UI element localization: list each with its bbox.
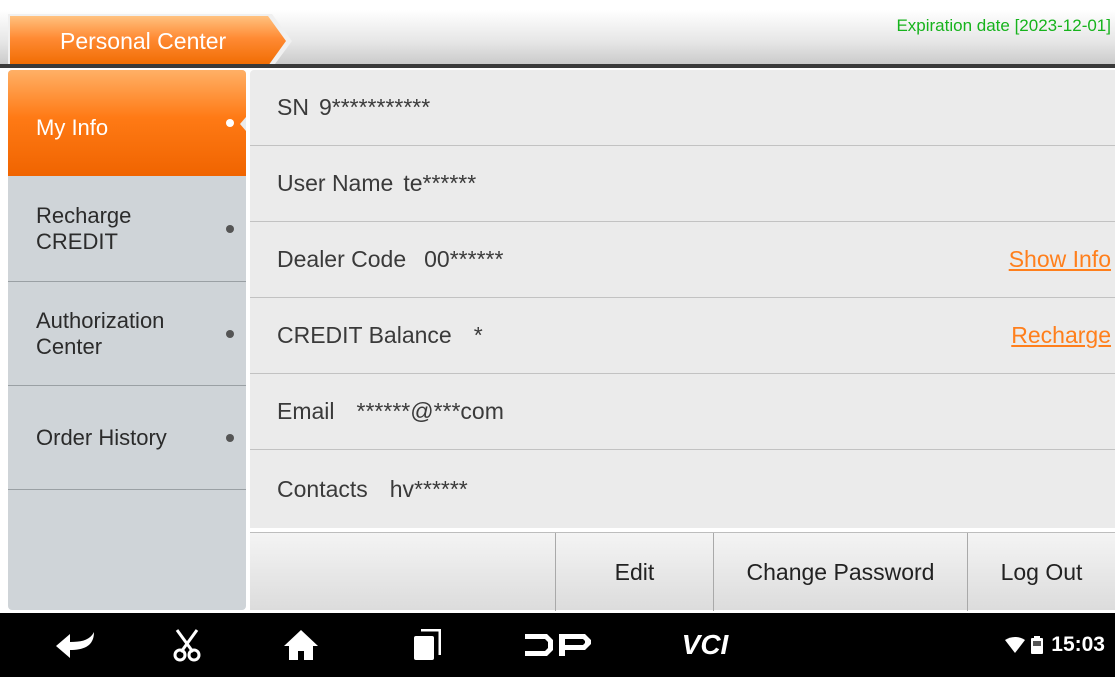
change-password-button[interactable]: Change Password bbox=[713, 533, 967, 611]
sidebar-item-order-history[interactable]: Order History bbox=[8, 386, 246, 490]
sidebar-item-label: Recharge CREDIT bbox=[36, 202, 132, 254]
vci-icon[interactable]: VCI bbox=[660, 613, 750, 677]
row-label: Contacts bbox=[277, 475, 368, 502]
info-row-contacts: Contacts hv****** bbox=[250, 450, 1115, 528]
scissors-icon[interactable] bbox=[162, 613, 212, 677]
row-label: Dealer Code bbox=[277, 246, 407, 272]
recents-icon[interactable] bbox=[402, 613, 452, 677]
sidebar-item-label: My Info bbox=[36, 115, 109, 140]
row-value: 9*********** bbox=[318, 94, 431, 120]
status-area: 15:03 bbox=[1005, 613, 1105, 677]
info-row-user-name: User Name te****** bbox=[250, 146, 1115, 222]
log-out-button[interactable]: Log Out bbox=[967, 533, 1115, 611]
recharge-link[interactable]: Recharge bbox=[1011, 322, 1111, 349]
home-icon[interactable] bbox=[276, 613, 326, 677]
back-icon[interactable] bbox=[48, 613, 104, 677]
active-pointer bbox=[240, 117, 246, 131]
clock-time: 15:03 bbox=[1051, 633, 1105, 656]
system-nav-bar: VCI 15:03 bbox=[0, 613, 1115, 677]
bullet-icon bbox=[226, 433, 234, 442]
row-value: * bbox=[473, 322, 483, 348]
info-row-credit-balance: CREDIT Balance * Recharge bbox=[250, 298, 1115, 374]
edit-button[interactable]: Edit bbox=[555, 533, 713, 611]
title-tab: Personal Center bbox=[8, 14, 292, 68]
wifi-icon bbox=[1005, 637, 1026, 653]
page-title: Personal Center bbox=[10, 16, 286, 66]
battery-icon bbox=[1031, 636, 1044, 654]
row-label: SN bbox=[277, 94, 309, 120]
sidebar-item-recharge-credit[interactable]: Recharge CREDIT bbox=[8, 176, 246, 282]
row-value: ******@***com bbox=[356, 398, 504, 424]
row-label: User Name bbox=[277, 170, 394, 196]
action-bar: Edit Change Password Log Out bbox=[250, 532, 1115, 611]
header-bar: Personal Center Expiration date [2023-12… bbox=[0, 10, 1115, 68]
info-row-email: Email ******@***com bbox=[250, 374, 1115, 450]
sidebar-item-authorization-center[interactable]: Authorization Center bbox=[8, 282, 246, 386]
sidebar-item-label: Authorization Center bbox=[36, 307, 165, 359]
show-info-link[interactable]: Show Info bbox=[1009, 246, 1111, 273]
sidebar: My Info Recharge CREDIT Authorization Ce… bbox=[8, 70, 246, 610]
sidebar-item-label: Order History bbox=[36, 424, 167, 450]
info-panel: SN 9*********** User Name te****** Deale… bbox=[250, 70, 1115, 528]
bullet-icon bbox=[226, 329, 234, 338]
sidebar-item-my-info[interactable]: My Info bbox=[8, 70, 246, 176]
row-value: 00****** bbox=[424, 246, 504, 272]
row-label: CREDIT Balance bbox=[277, 322, 452, 348]
bullet-icon bbox=[226, 224, 234, 233]
row-label: Email bbox=[277, 398, 335, 424]
row-value: te****** bbox=[403, 170, 477, 196]
dp-logo-icon[interactable] bbox=[520, 613, 596, 677]
info-row-sn: SN 9*********** bbox=[250, 70, 1115, 146]
expiration-date: Expiration date [2023-12-01] bbox=[896, 16, 1111, 35]
bullet-icon bbox=[226, 119, 234, 127]
info-row-dealer-code: Dealer Code 00****** Show Info bbox=[250, 222, 1115, 298]
row-value: hv****** bbox=[389, 475, 468, 502]
